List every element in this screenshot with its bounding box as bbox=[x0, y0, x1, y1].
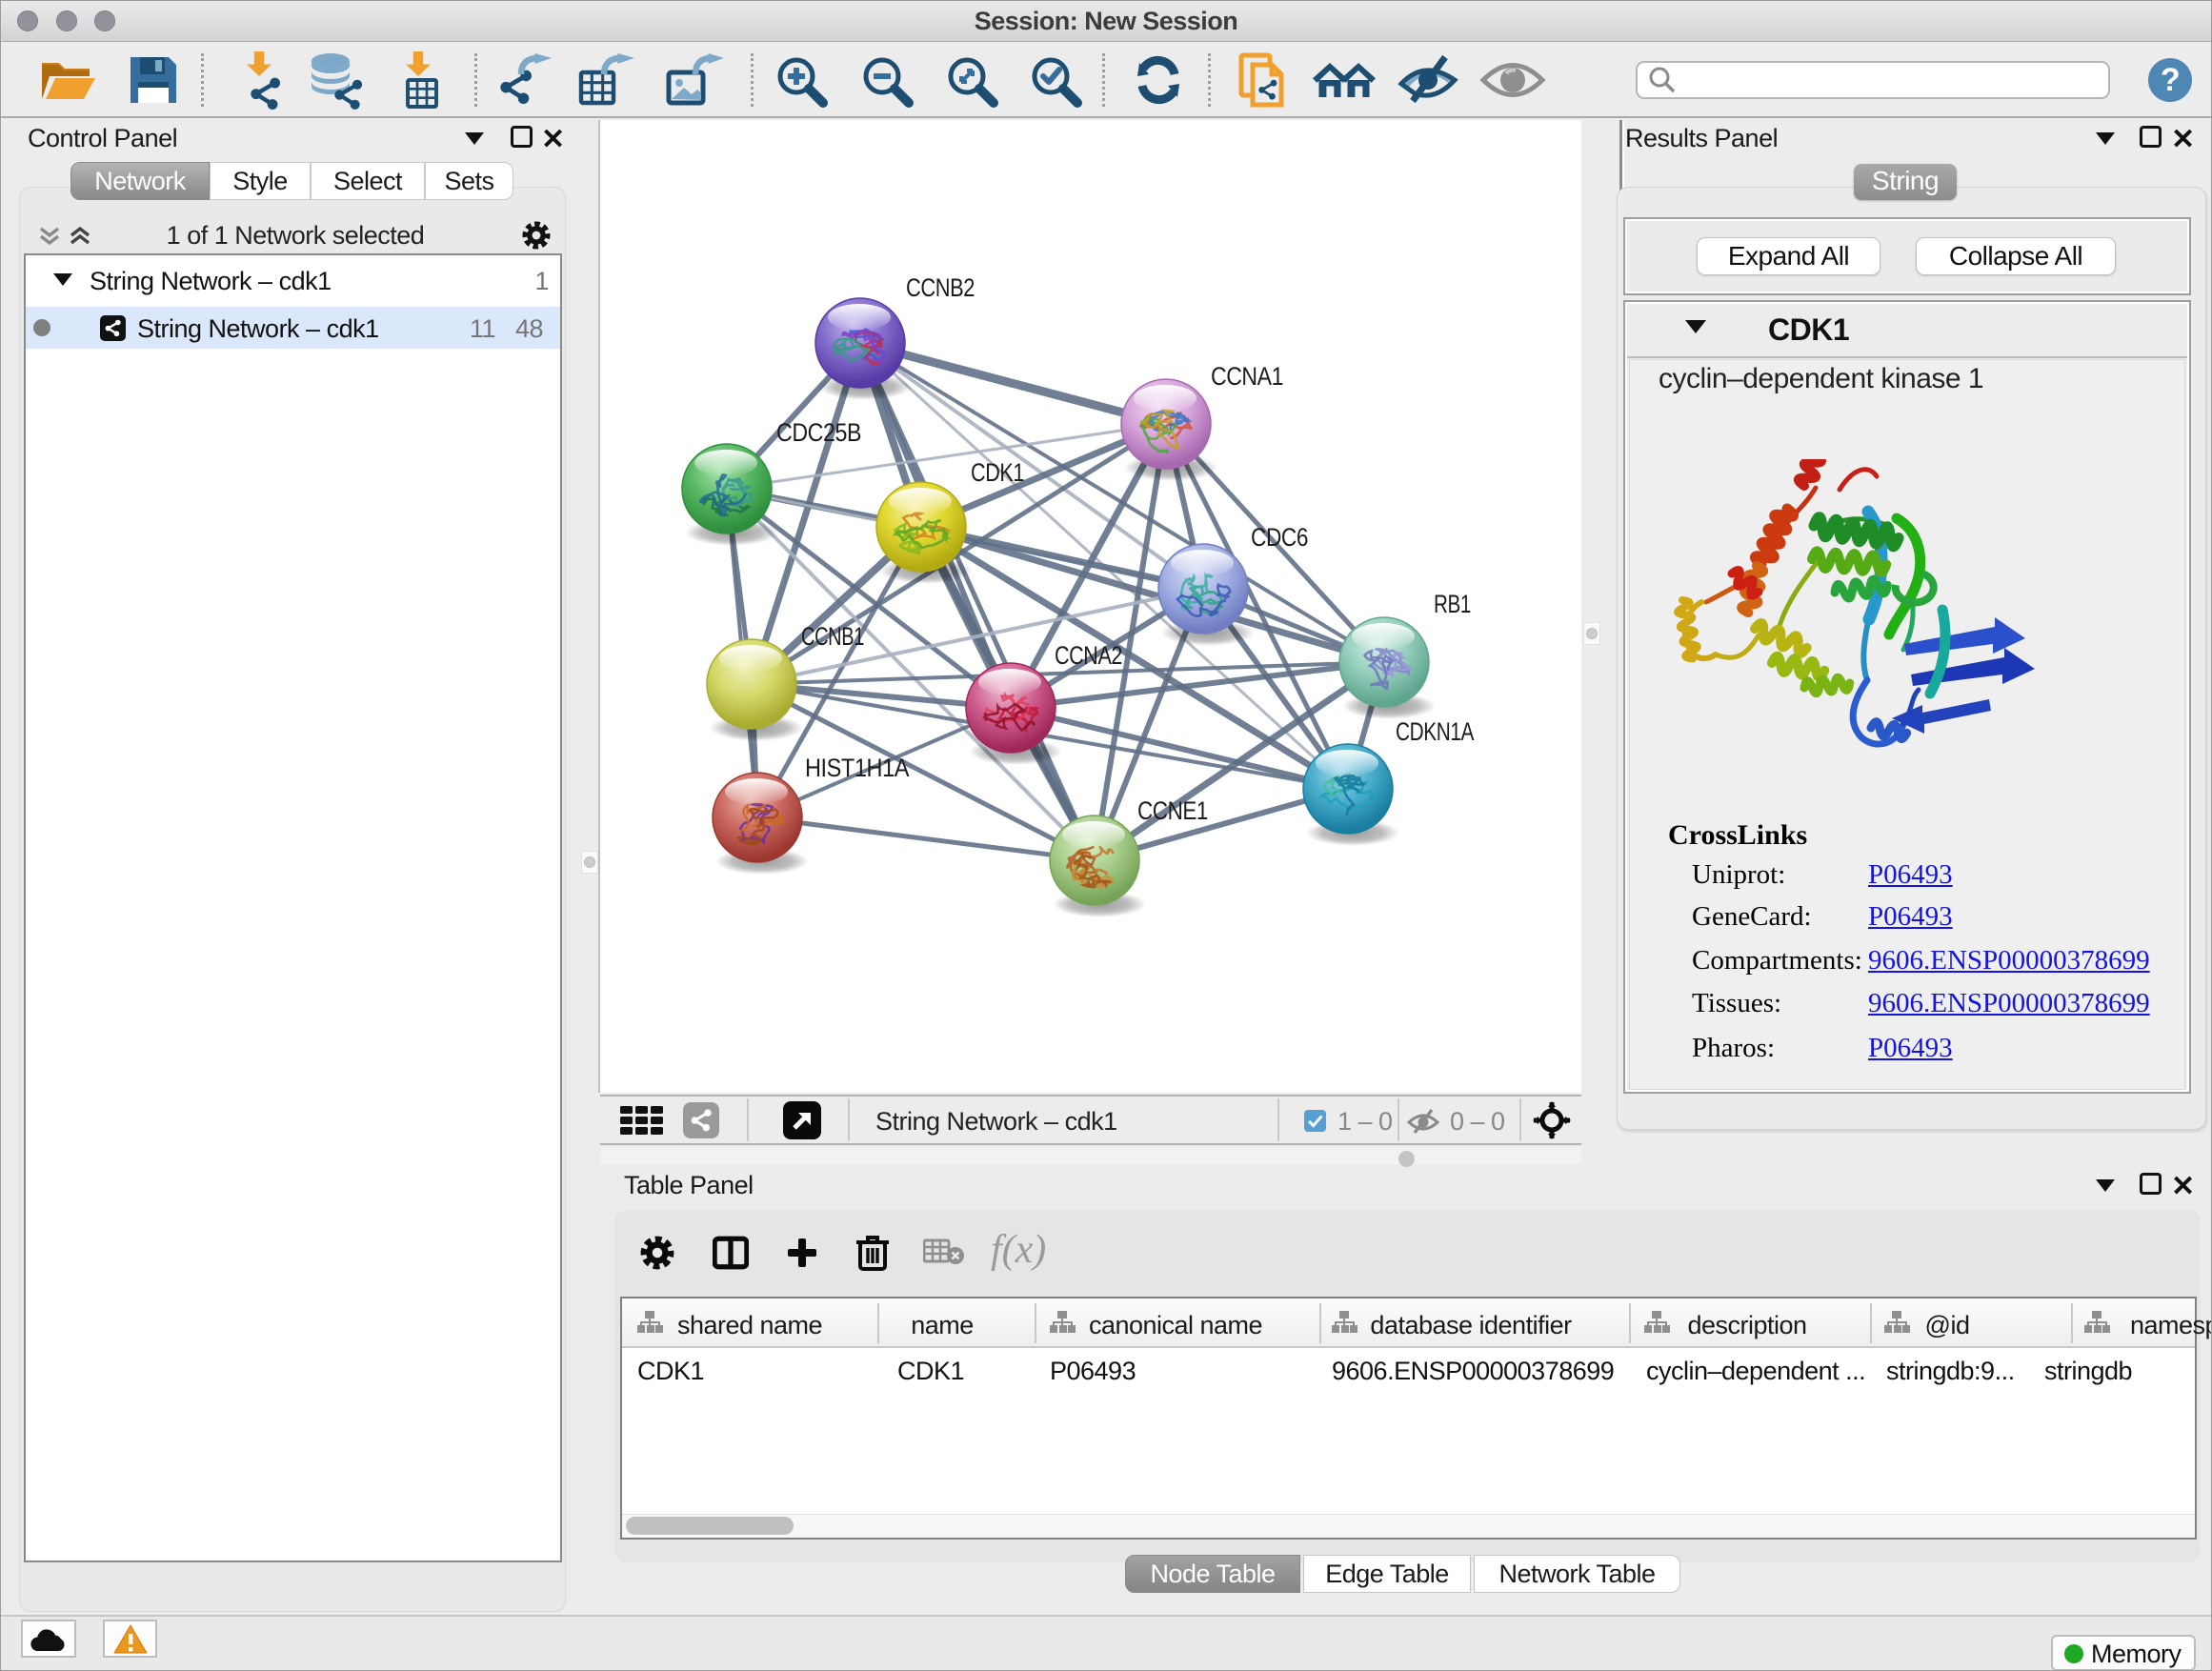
svg-text:CDC25B: CDC25B bbox=[776, 418, 861, 447]
svg-text:CDKN1A: CDKN1A bbox=[1396, 717, 1474, 746]
svg-text:CCNE1: CCNE1 bbox=[1137, 796, 1208, 825]
svg-text:CCNA1: CCNA1 bbox=[1211, 362, 1283, 391]
svg-text:CDC6: CDC6 bbox=[1251, 523, 1308, 552]
svg-text:RB1: RB1 bbox=[1434, 590, 1471, 618]
svg-text:CDK1: CDK1 bbox=[971, 458, 1024, 487]
svg-text:?: ? bbox=[2161, 62, 2180, 98]
svg-text:CCNB2: CCNB2 bbox=[906, 273, 975, 302]
svg-text:CCNB1: CCNB1 bbox=[801, 622, 864, 651]
svg-text:CCNA2: CCNA2 bbox=[1055, 641, 1122, 670]
svg-text:HIST1H1A: HIST1H1A bbox=[805, 754, 909, 782]
